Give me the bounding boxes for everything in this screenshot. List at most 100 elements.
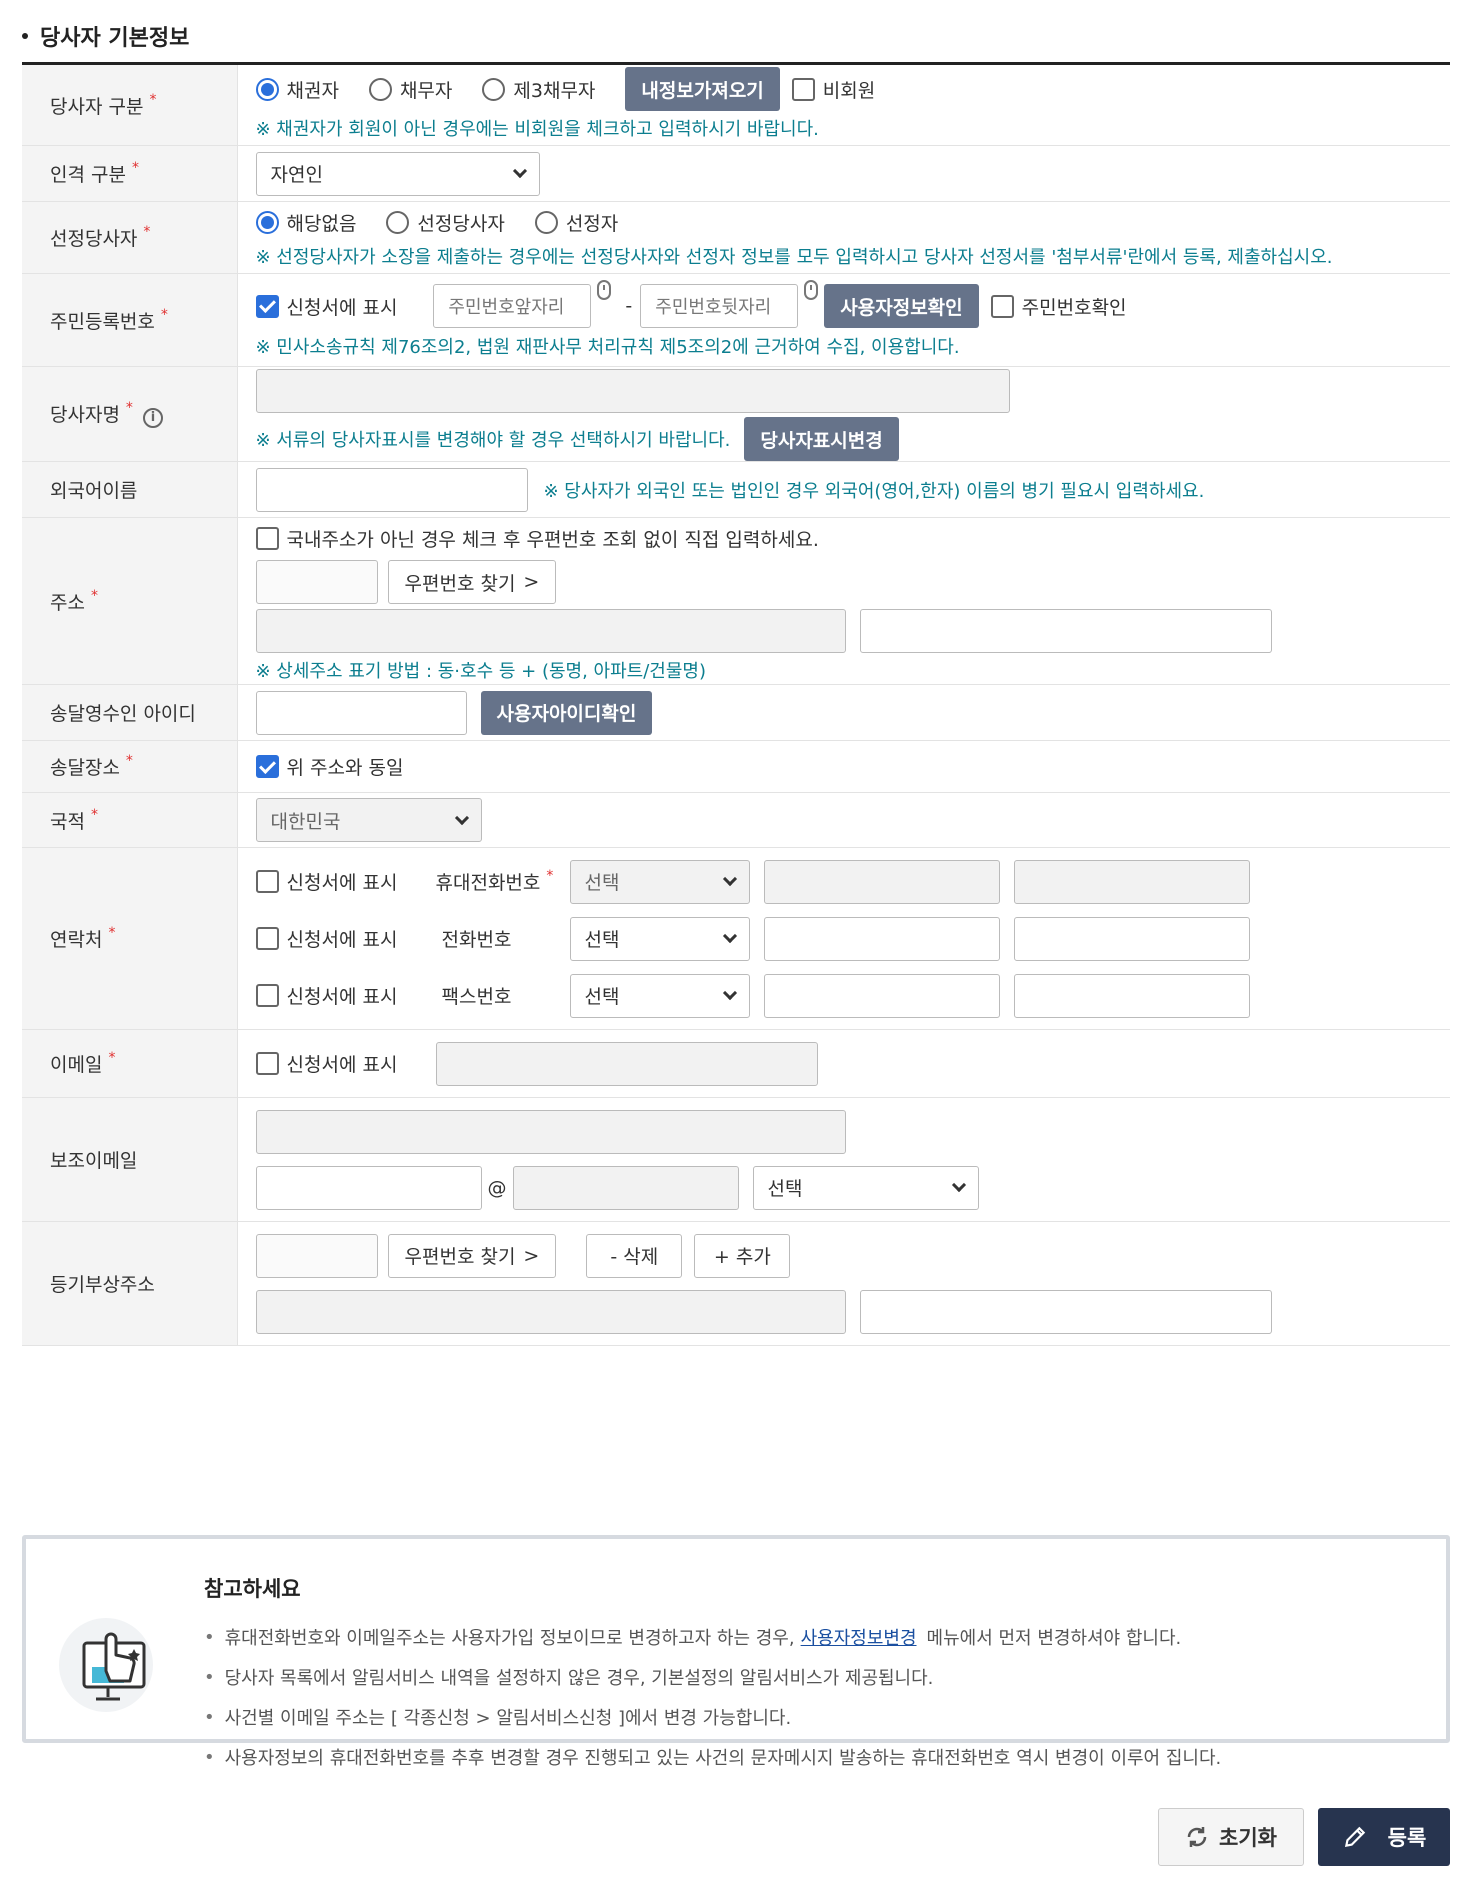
delivery-place-label: 송달장소 * [22, 740, 238, 793]
reg-address-main-input[interactable] [255, 1289, 846, 1334]
radio-third-debtor[interactable]: 제3채무자 [482, 76, 595, 103]
contact-phone-input-2[interactable] [1013, 916, 1250, 961]
section-title: 당사자 기본정보 [22, 20, 189, 52]
reg-address-detail-input[interactable] [859, 1289, 1272, 1334]
contact-phone-input-1[interactable] [763, 916, 1000, 961]
foreign-name-input[interactable] [255, 467, 528, 512]
resident-show-checkbox[interactable]: 신청서에 표시 [255, 293, 397, 320]
contact-phone-select[interactable]: 선택 [569, 916, 750, 961]
chevron-down-icon [512, 163, 527, 179]
contact-mobile-show-checkbox[interactable]: 신청서에 표시 [255, 868, 436, 895]
foreign-name-note: ※ 당사자가 외국인 또는 법인인 경우 외국어(영어,한자) 이름의 병기 필… [543, 480, 1205, 502]
reference-list: 휴대전화번호와 이메일주소는 사용자가입 정보이므로 변경하고자 하는 경우,사… [204, 1617, 1222, 1777]
sub-email-id-input[interactable] [255, 1165, 482, 1210]
party-form: 당사자 구분 * 채권자 채무자 제3채무자 내정보가져오기 비회원 ※ 채권자가… [22, 62, 1450, 1346]
address-detail-input[interactable] [859, 609, 1272, 653]
resident-front-input[interactable]: 주민번호앞자리 [433, 284, 592, 328]
user-info-change-link[interactable]: 사용자정보변경 [801, 1624, 917, 1650]
row-recipient-id: 송달영수인 아이디 사용자아이디확인 [22, 684, 1450, 741]
mouse-icon [804, 280, 819, 300]
contact-mobile-input-1[interactable] [763, 859, 1000, 904]
contact-phone-show-checkbox[interactable]: 신청서에 표시 [255, 925, 436, 952]
radio-none[interactable]: 해당없음 [255, 209, 356, 236]
reference-item: 사용자정보의 휴대전화번호를 추후 변경할 경우 진행되고 있는 사건의 문자메… [204, 1737, 1222, 1777]
sub-email-domain-select[interactable]: 선택 [752, 1165, 979, 1210]
person-type-label: 인격 구분 * [22, 145, 238, 202]
email-input[interactable] [435, 1041, 818, 1086]
contact-mobile-select[interactable]: 선택 [569, 859, 750, 904]
party-type-note: ※ 채권자가 회원이 아닌 경우에는 비회원을 체크하고 입력하시기 바랍니다. [255, 119, 819, 140]
resident-back-input[interactable]: 주민번호뒷자리 [640, 284, 799, 328]
reference-item: 당사자 목록에서 알림서비스 내역을 설정하지 않은 경우, 기본설정의 알림서… [204, 1657, 1221, 1697]
nonmember-checkbox[interactable]: 비회원 [791, 76, 875, 103]
radio-designator[interactable]: 선정자 [534, 209, 618, 236]
zipcode-input[interactable] [255, 560, 378, 604]
radio-creditor[interactable]: 채권자 [255, 76, 339, 103]
row-email: 이메일 * 신청서에 표시 [22, 1029, 1450, 1098]
contact-label: 연락처 * [22, 847, 238, 1030]
verify-user-info-button[interactable]: 사용자정보확인 [824, 284, 979, 328]
reg-address-label: 등기부상주소 [22, 1221, 238, 1346]
designated-label: 선정당사자 * [22, 201, 238, 274]
contact-mobile-input-2[interactable] [1013, 859, 1250, 904]
address-note: ※ 상세주소 표기 방법 : 동·호수 등 + (동명, 아파트/건물명) [255, 661, 706, 682]
row-address: 주소 * 국내주소가 아닌 경우 체크 후 우편번호 조회 없이 직접 입력하세요… [22, 517, 1450, 685]
row-party-name: 당사자명 *i ※ 서류의 당사자표시를 변경해야 할 경우 선택하시기 바랍니다… [22, 366, 1450, 462]
party-name-input[interactable] [255, 369, 1010, 413]
row-reg-address: 등기부상주소 우편번호 찾기 > - 삭제 + 추가 [22, 1221, 1450, 1346]
reg-zipcode-search-button[interactable]: 우편번호 찾기 > [387, 1233, 557, 1278]
load-my-info-button[interactable]: 내정보가져오기 [625, 67, 780, 111]
row-designated: 선정당사자 * 해당없음 선정당사자 선정자 ※ 선정당사자가 소장을 제출하는 … [22, 201, 1450, 274]
sub-email-full-input[interactable] [255, 1109, 846, 1154]
address-main-input[interactable] [255, 609, 846, 653]
reference-box: 참고하세요 휴대전화번호와 이메일주소는 사용자가입 정보이므로 변경하고자 하… [22, 1535, 1450, 1769]
chevron-down-icon [722, 871, 737, 887]
same-address-checkbox[interactable]: 위 주소와 동일 [255, 753, 403, 780]
reference-title: 참고하세요 [204, 1577, 301, 1601]
reg-zipcode-input[interactable] [255, 1233, 378, 1278]
section-title-text: 당사자 기본정보 [40, 26, 190, 51]
submit-button[interactable]: 등록 [1318, 1808, 1450, 1866]
sub-email-domain-input[interactable] [512, 1165, 739, 1210]
radio-designated-party[interactable]: 선정당사자 [386, 209, 505, 236]
chevron-down-icon [722, 928, 737, 944]
resident-note: ※ 민사소송규칙 제76조의2, 법원 재판사무 처리규칙 제5조의2에 근거하… [255, 337, 960, 358]
contact-mobile-type: 휴대전화번호 * [435, 868, 554, 894]
row-delivery-place: 송달장소 * 위 주소와 동일 [22, 740, 1450, 793]
contact-fax-type: 팩스번호 [441, 986, 512, 1008]
row-foreign-name: 외국어이름 ※ 당사자가 외국인 또는 법인인 경우 외국어(영어,한자) 이름… [22, 461, 1450, 518]
radio-debtor[interactable]: 채무자 [368, 76, 452, 103]
row-person-type: 인격 구분 * 자연인 [22, 145, 1450, 202]
row-sub-email: 보조이메일 @ 선택 [22, 1097, 1450, 1222]
refresh-icon [1187, 1827, 1207, 1847]
email-show-checkbox[interactable]: 신청서에 표시 [255, 1050, 436, 1077]
contact-fax-show-checkbox[interactable]: 신청서에 표시 [255, 982, 436, 1009]
party-name-label: 당사자명 *i [22, 366, 238, 462]
chevron-down-icon [951, 1177, 966, 1193]
resident-confirm-checkbox[interactable]: 주민번호확인 [990, 293, 1127, 320]
zipcode-search-button[interactable]: 우편번호 찾기 > [387, 560, 557, 604]
person-type-select[interactable]: 자연인 [255, 151, 540, 196]
nationality-select[interactable]: 대한민국 [255, 798, 482, 842]
verify-user-id-button[interactable]: 사용자아이디확인 [480, 690, 653, 735]
change-party-display-button[interactable]: 당사자표시변경 [744, 417, 899, 461]
reset-button[interactable]: 초기화 [1158, 1808, 1304, 1866]
reference-item: 사건별 이메일 주소는 [ 각종신청 > 알림서비스신청 ]에서 변경 가능합니… [204, 1697, 1221, 1737]
recipient-id-input[interactable] [255, 690, 467, 735]
contact-fax-input-1[interactable] [763, 973, 1000, 1018]
reg-add-button[interactable]: + 추가 [694, 1233, 791, 1278]
chevron-down-icon [454, 810, 469, 825]
touch-monitor-icon [59, 1618, 153, 1712]
party-type-label: 당사자 구분 * [22, 63, 238, 146]
contact-fax-select[interactable]: 선택 [569, 973, 750, 1018]
nationality-label: 국적 * [22, 792, 238, 848]
chevron-down-icon [722, 985, 737, 1001]
designated-note: ※ 선정당사자가 소장을 제출하는 경우에는 선정당사자와 선정자 정보를 모두… [255, 246, 1333, 268]
reg-delete-button[interactable]: - 삭제 [586, 1233, 683, 1278]
contact-fax-input-2[interactable] [1013, 973, 1250, 1018]
email-label: 이메일 * [22, 1029, 238, 1098]
mouse-icon [597, 280, 612, 300]
recipient-id-label: 송달영수인 아이디 [22, 684, 238, 741]
overseas-address-checkbox[interactable]: 국내주소가 아닌 경우 체크 후 우편번호 조회 없이 직접 입력하세요. [255, 525, 819, 552]
info-icon[interactable]: i [142, 407, 163, 428]
